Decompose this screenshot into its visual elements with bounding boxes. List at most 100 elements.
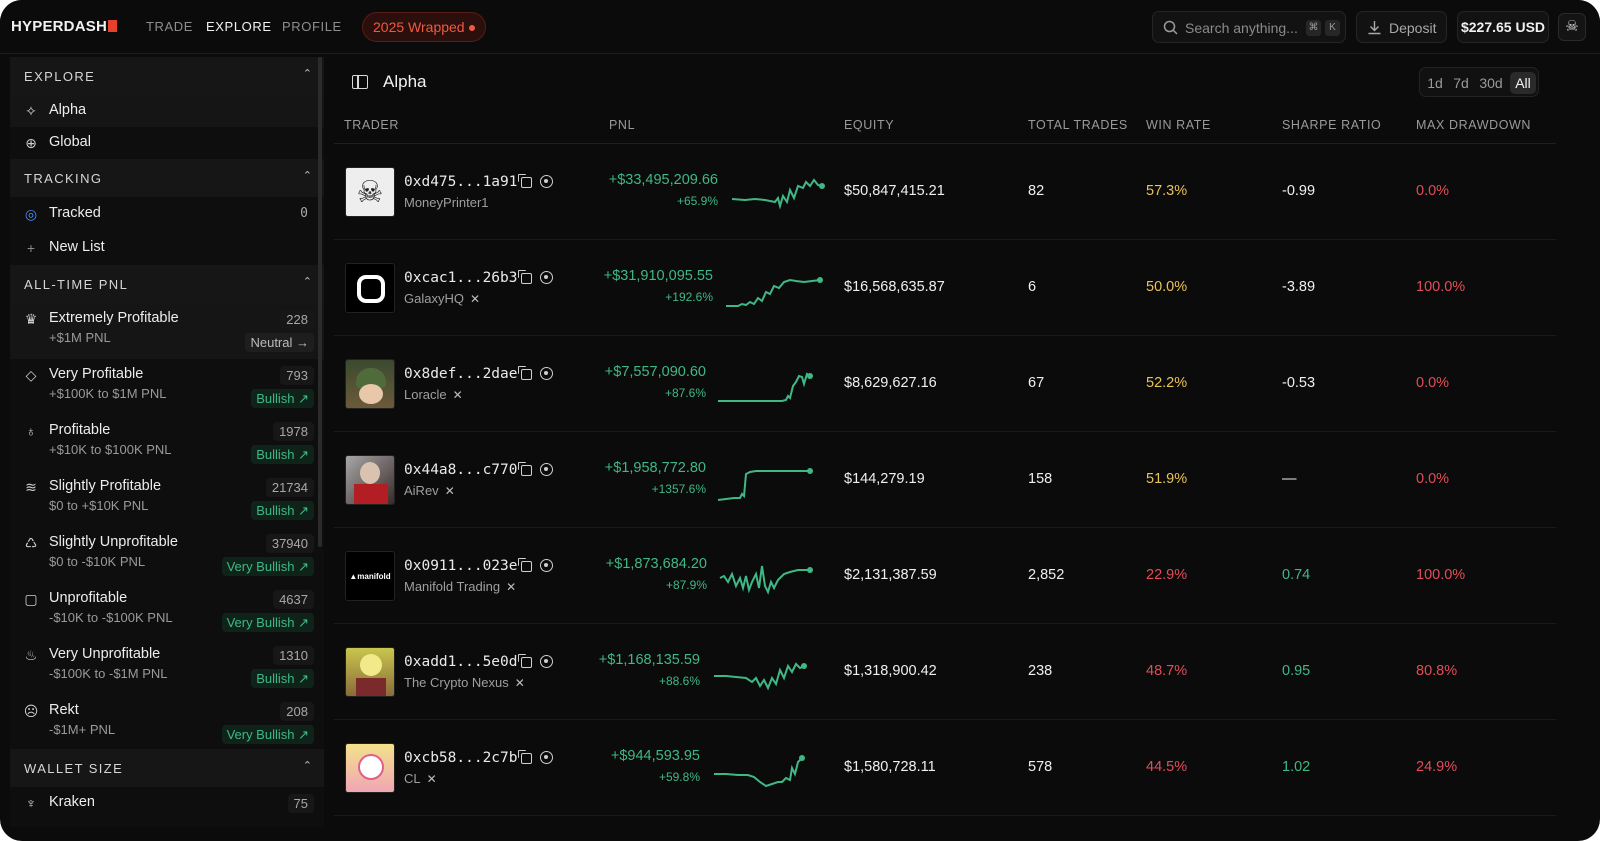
sidebar-item-slightly-profitable[interactable]: ≋ Slightly Profitable $0 to +$10K PNL 21… bbox=[10, 471, 324, 527]
sidebar-item-extremely-profitable[interactable]: ♛ Extremely Profitable +$1M PNL 228 Neut… bbox=[10, 303, 324, 359]
sidebar-toggle-icon[interactable] bbox=[352, 75, 368, 89]
sidebar-item-unprofitable[interactable]: ▢ Unprofitable -$10K to -$100K PNL 4637 … bbox=[10, 583, 324, 639]
column-header-trader[interactable]: TRADER bbox=[344, 118, 399, 132]
trader-address[interactable]: 0xadd1...5e0d bbox=[404, 654, 518, 670]
period-7d[interactable]: 7d bbox=[1450, 72, 1472, 94]
chevron-up-icon: ⌃ bbox=[302, 68, 312, 80]
live-dot-icon bbox=[468, 25, 475, 31]
x-twitter-icon[interactable]: ✕ bbox=[470, 292, 480, 306]
copy-icon[interactable] bbox=[518, 654, 532, 668]
x-twitter-icon[interactable]: ✕ bbox=[515, 676, 525, 690]
balance-button[interactable]: $227.65 USD bbox=[1457, 11, 1549, 43]
trader-address[interactable]: 0xcb58...2c7b bbox=[404, 750, 518, 766]
column-header-total-trades[interactable]: TOTAL TRADES bbox=[1028, 118, 1128, 132]
trader-name: MoneyPrinter1 bbox=[404, 195, 489, 210]
total-trades-value: 82 bbox=[1028, 183, 1045, 199]
sidebar-item-very-unprofitable[interactable]: ♨ Very Unprofitable -$100K to -$1M PNL 1… bbox=[10, 639, 324, 695]
brand-logo[interactable]: HYPERDASH bbox=[11, 18, 117, 35]
hyperliquid-icon[interactable] bbox=[540, 175, 553, 188]
x-twitter-icon[interactable]: ✕ bbox=[427, 772, 437, 786]
column-header-pnl[interactable]: PNL bbox=[609, 118, 635, 132]
hyperliquid-icon[interactable] bbox=[540, 559, 553, 572]
sidebar-item-slightly-unprofitable[interactable]: ♺ Slightly Unprofitable $0 to -$10K PNL … bbox=[10, 527, 324, 583]
table-row[interactable]: 0xcac1...26b3 GalaxyHQ ✕ +$31,910,095.55 … bbox=[334, 240, 1556, 336]
column-header-max-drawdown[interactable]: MAX DRAWDOWN bbox=[1416, 118, 1531, 132]
cohort-count: 21734 bbox=[265, 478, 314, 497]
sidebar-item-range: +$100K to $1M PNL bbox=[49, 386, 167, 401]
nav-profile[interactable]: PROFILE bbox=[282, 19, 342, 34]
table-row[interactable]: ☠ 0xd475...1a91 MoneyPrinter1 +$33,495,2… bbox=[334, 144, 1556, 240]
column-header-sharpe-ratio[interactable]: SHARPE RATIO bbox=[1282, 118, 1381, 132]
section-alltime-pnl-header[interactable]: ALL-TIME PNL ⌃ bbox=[10, 265, 324, 303]
search-icon bbox=[1163, 20, 1178, 35]
trader-address[interactable]: 0xd475...1a91 bbox=[404, 174, 518, 190]
trader-address[interactable]: 0x44a8...c770 bbox=[404, 462, 518, 478]
trader-address[interactable]: 0x0911...023e bbox=[404, 558, 518, 574]
sidebar-item-tracked[interactable]: ◎ Tracked 0 bbox=[10, 197, 324, 231]
user-avatar-skull-icon[interactable]: ☠ bbox=[1558, 13, 1586, 41]
table-row[interactable]: 0x8def...2dae Loracle ✕ +$7,557,090.60 +8… bbox=[334, 336, 1556, 432]
copy-icon[interactable] bbox=[518, 270, 532, 284]
nav-explore[interactable]: EXPLORE bbox=[206, 19, 272, 34]
copy-icon[interactable] bbox=[518, 366, 532, 380]
trader-address[interactable]: 0x8def...2dae bbox=[404, 366, 518, 382]
cohort-count: 4637 bbox=[273, 590, 314, 609]
sidebar-scrollbar[interactable] bbox=[318, 57, 322, 547]
sidebar-item-very-profitable[interactable]: ◇ Very Profitable +$100K to $1M PNL 793 … bbox=[10, 359, 324, 415]
pnl-value: +$33,495,209.66 bbox=[608, 172, 718, 188]
sidebar-item-alpha[interactable]: ✧ Alpha bbox=[10, 95, 324, 127]
section-explore-header[interactable]: EXPLORE ⌃ bbox=[10, 57, 324, 95]
new-list-button[interactable]: + New List bbox=[10, 231, 324, 265]
wrapped-button[interactable]: 2025 Wrapped bbox=[362, 12, 486, 42]
skull-icon: ☹ bbox=[23, 703, 39, 719]
hyperliquid-icon[interactable] bbox=[540, 367, 553, 380]
win-rate-value: 50.0% bbox=[1146, 279, 1188, 295]
section-tracking-header[interactable]: TRACKING ⌃ bbox=[10, 159, 324, 197]
table-row[interactable]: 0x44a8...c770 AiRev ✕ +$1,958,772.80 +135… bbox=[334, 432, 1556, 528]
section-wallet-size-header[interactable]: WALLET SIZE ⌃ bbox=[10, 749, 324, 787]
copy-icon[interactable] bbox=[518, 462, 532, 476]
hyperliquid-icon[interactable] bbox=[540, 463, 553, 476]
win-rate-value: 57.3% bbox=[1146, 183, 1188, 199]
sidebar-item-kraken[interactable]: ♆ Kraken 75 bbox=[10, 787, 324, 827]
section-title: EXPLORE bbox=[24, 69, 96, 84]
pnl-value: +$944,593.95 bbox=[610, 748, 700, 764]
sidebar-item-label: Slightly Profitable bbox=[49, 478, 162, 494]
trader-address[interactable]: 0xcac1...26b3 bbox=[404, 270, 518, 286]
column-header-equity[interactable]: EQUITY bbox=[844, 118, 894, 132]
hyperliquid-icon[interactable] bbox=[540, 655, 553, 668]
total-trades-value: 578 bbox=[1028, 759, 1053, 775]
chevron-up-icon: ⌃ bbox=[302, 276, 312, 288]
sidebar-item-label: Tracked bbox=[49, 205, 101, 221]
table-row[interactable]: 0xcb58...2c7b CL ✕ +$944,593.95 +59.8% $1… bbox=[334, 720, 1556, 816]
copy-icon[interactable] bbox=[518, 174, 532, 188]
app-window: HYPERDASH TRADE EXPLORE PROFILE 2025 Wra… bbox=[0, 0, 1600, 841]
sidebar-item-profitable[interactable]: ♁ Profitable +$10K to $100K PNL 1978 Bul… bbox=[10, 415, 324, 471]
table-row[interactable]: ▲manifold 0x0911...023e Manifold Trading… bbox=[334, 528, 1556, 624]
copy-icon[interactable] bbox=[518, 558, 532, 572]
copy-icon[interactable] bbox=[518, 750, 532, 764]
sidebar-item-label: Extremely Profitable bbox=[49, 310, 179, 326]
pnl-percent: +88.6% bbox=[658, 674, 700, 688]
equity-value: $1,318,900.42 bbox=[844, 663, 937, 679]
sidebar-item-global[interactable]: ⊕ Global bbox=[10, 127, 324, 159]
column-header-win-rate[interactable]: WIN RATE bbox=[1146, 118, 1211, 132]
hyperliquid-icon[interactable] bbox=[540, 271, 553, 284]
table-row[interactable]: 0xadd1...5e0d The Crypto Nexus ✕ +$1,168,… bbox=[334, 624, 1556, 720]
x-twitter-icon[interactable]: ✕ bbox=[453, 388, 463, 402]
sentiment-badge: Very Bullish ↗ bbox=[221, 725, 314, 744]
deposit-button[interactable]: Deposit bbox=[1356, 11, 1447, 43]
max-drawdown-value: 0.0% bbox=[1416, 183, 1450, 199]
nav-trade[interactable]: TRADE bbox=[146, 19, 193, 34]
x-twitter-icon[interactable]: ✕ bbox=[506, 580, 516, 594]
period-1d[interactable]: 1d bbox=[1424, 72, 1446, 94]
hyperliquid-icon[interactable] bbox=[540, 751, 553, 764]
piggy-bank-icon: ♺ bbox=[24, 535, 38, 551]
sidebar-item-rekt[interactable]: ☹ Rekt -$1M+ PNL 208 Very Bullish ↗ bbox=[10, 695, 324, 751]
period-30d[interactable]: 30d bbox=[1476, 72, 1506, 94]
period-all[interactable]: All bbox=[1510, 72, 1536, 94]
search-input[interactable]: Search anything... ⌘ K bbox=[1152, 11, 1346, 43]
x-twitter-icon[interactable]: ✕ bbox=[445, 484, 455, 498]
win-rate-value: 52.2% bbox=[1146, 375, 1188, 391]
shortcut-cmd-key: ⌘ bbox=[1306, 20, 1321, 36]
